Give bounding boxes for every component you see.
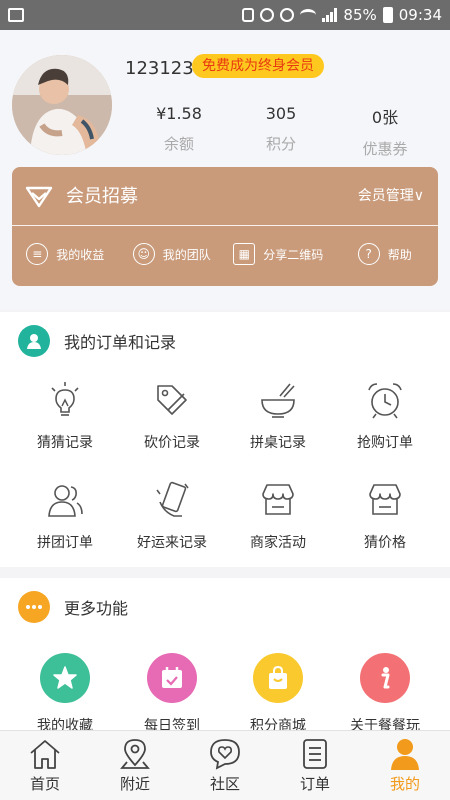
calendar-check-icon — [147, 653, 197, 703]
member-link-label: 帮助 — [387, 247, 412, 262]
avatar[interactable] — [12, 55, 112, 155]
bowl-icon — [261, 383, 295, 418]
help-icon: ? — [357, 243, 380, 265]
gallery-icon — [8, 8, 24, 22]
stat-value: 305 — [265, 104, 297, 123]
tab-label: 附近 — [119, 775, 150, 793]
orders-section: 我的订单和记录 猜猜记录 砍价记录 拼桌记录 抢购订单 拼团订单 好运来记录 商… — [0, 312, 450, 567]
grid-item-bargain-records[interactable]: 砍价记录 — [117, 380, 227, 452]
battery-icon — [382, 7, 393, 23]
grid-item-label: 好运来记录 — [137, 535, 207, 551]
shop-icon — [262, 484, 294, 515]
home-icon — [30, 740, 60, 769]
member-link-team[interactable]: ☺ 我的团队 — [119, 237, 226, 271]
feature-label: 积分商城 — [250, 718, 306, 730]
tab-home[interactable]: 首页 — [0, 731, 90, 800]
username: 123123 — [125, 58, 194, 79]
member-title: 会员招募 — [66, 186, 138, 207]
feature-favorites[interactable]: 我的收藏 — [10, 653, 120, 730]
receipt-icon: ≡ — [26, 243, 49, 265]
team-icon: ☺ — [132, 243, 155, 265]
profile-header: 123123 免费成为终身会员 ¥1.58 余额 305 积分 0张 优惠券 会… — [0, 30, 450, 310]
tab-nearby[interactable]: 附近 — [90, 731, 180, 800]
grid-item-guess-price[interactable]: 猜价格 — [330, 480, 440, 552]
stat-label: 余额 — [163, 135, 194, 153]
stat-balance[interactable]: ¥1.58 余额 — [129, 104, 229, 154]
alarm-status-icon — [280, 8, 295, 22]
more-features-section: 更多功能 我的收藏 每日签到 积分商城 关于餐餐玩 — [0, 578, 450, 730]
group-icon — [48, 485, 83, 517]
feature-label: 关于餐餐玩 — [350, 718, 420, 730]
member-card: 会员招募 会员管理∨ ≡ 我的收益 ☺ 我的团队 ▦ 分享二维码 ? 帮助 — [12, 167, 438, 286]
feature-points-mall[interactable]: 积分商城 — [223, 653, 333, 730]
tab-orders[interactable]: 订单 — [270, 731, 360, 800]
status-bar: 85% 09:34 — [0, 0, 450, 30]
member-link-label: 我的团队 — [162, 247, 211, 262]
person-icon — [391, 739, 419, 770]
stat-value: ¥1.58 — [156, 104, 202, 123]
vip-badge-button[interactable]: 免费成为终身会员 — [192, 54, 324, 78]
lightbulb-icon — [51, 382, 79, 416]
member-link-earnings[interactable]: ≡ 我的收益 — [12, 237, 119, 271]
member-link-label: 分享二维码 — [263, 247, 324, 262]
grid-item-group-orders[interactable]: 拼团订单 — [10, 480, 120, 552]
user-icon — [18, 325, 50, 357]
shop-icon — [369, 484, 401, 515]
section-title: 我的订单和记录 — [64, 333, 177, 352]
diamond-icon — [25, 186, 53, 208]
grid-item-merchant-events[interactable]: 商家活动 — [223, 480, 333, 552]
clock-time: 09:34 — [398, 6, 442, 24]
tab-community[interactable]: 社区 — [180, 731, 270, 800]
price-tag-icon — [157, 385, 187, 415]
stat-label: 积分 — [265, 135, 296, 153]
alarm-clock-icon — [368, 383, 402, 419]
qr-icon: ▦ — [233, 243, 256, 265]
section-title: 更多功能 — [64, 599, 129, 618]
stat-points[interactable]: 305 积分 — [231, 104, 331, 154]
grid-item-label: 猜猜记录 — [37, 435, 93, 451]
stat-value: 0张 — [371, 108, 399, 127]
tab-label: 订单 — [299, 775, 330, 793]
stat-coupons[interactable]: 0张 优惠券 — [335, 104, 435, 159]
grid-item-label: 商家活动 — [250, 535, 306, 551]
signal-icon — [322, 8, 338, 22]
stat-label: 优惠券 — [362, 140, 408, 158]
grid-item-flash-sale-orders[interactable]: 抢购订单 — [330, 380, 440, 452]
lock-icon — [242, 8, 255, 22]
tab-label: 社区 — [209, 775, 240, 793]
grid-item-label: 拼桌记录 — [250, 435, 306, 451]
feature-about[interactable]: 关于餐餐玩 — [330, 653, 440, 730]
location-icon — [120, 739, 150, 769]
battery-percent: 85% — [343, 6, 377, 24]
tab-label: 我的 — [389, 775, 420, 793]
list-icon — [303, 739, 327, 769]
more-dots-icon — [18, 591, 50, 623]
info-icon — [360, 653, 410, 703]
grid-item-lucky-records[interactable]: 好运来记录 — [117, 480, 227, 552]
grid-item-label: 拼团订单 — [37, 535, 93, 551]
member-link-label: 我的收益 — [56, 247, 105, 262]
star-icon — [40, 653, 90, 703]
feature-daily-checkin[interactable]: 每日签到 — [117, 653, 227, 730]
member-link-help[interactable]: ? 帮助 — [332, 237, 439, 271]
location-status-icon — [260, 8, 275, 22]
grid-item-label: 猜价格 — [364, 535, 406, 551]
tab-label: 首页 — [29, 775, 60, 793]
feature-label: 每日签到 — [144, 718, 200, 730]
bottom-tab-bar: 首页 附近 社区 订单 我的 — [0, 730, 450, 800]
divider — [12, 225, 438, 226]
shopping-bag-icon — [253, 653, 303, 703]
grid-item-label: 抢购订单 — [357, 435, 413, 451]
member-manage-button[interactable]: 会员管理∨ — [358, 185, 424, 205]
member-link-qr[interactable]: ▦ 分享二维码 — [225, 237, 332, 271]
phone-hand-icon — [156, 481, 189, 517]
grid-item-table-share-records[interactable]: 拼桌记录 — [223, 380, 333, 452]
grid-item-guess-records[interactable]: 猜猜记录 — [10, 380, 120, 452]
tab-mine[interactable]: 我的 — [360, 731, 450, 800]
feature-label: 我的收藏 — [37, 718, 93, 730]
grid-item-label: 砍价记录 — [144, 435, 200, 451]
heart-chat-icon — [210, 739, 240, 770]
wifi-icon — [300, 9, 317, 21]
